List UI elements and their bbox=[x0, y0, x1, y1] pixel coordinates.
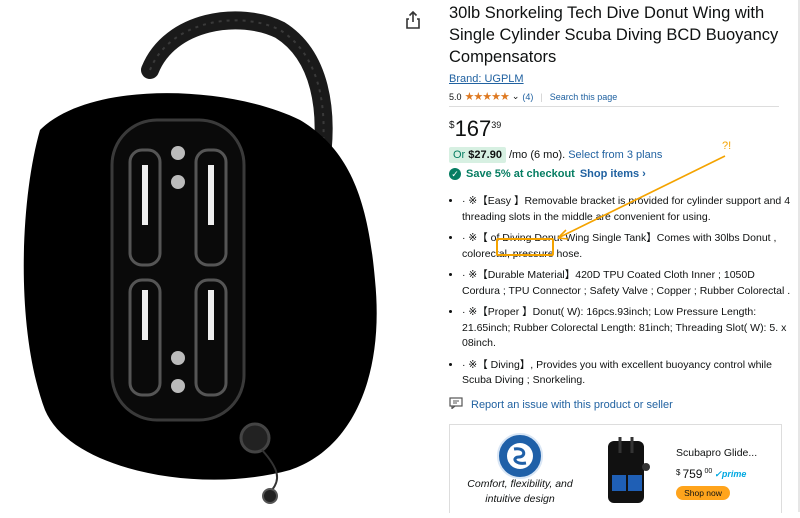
ad-product-name[interactable]: Scubapro Glide... bbox=[676, 447, 757, 459]
ad-product-image[interactable] bbox=[590, 433, 662, 513]
rating-row: 5.0 ★★★★★ ⌄ (4) | Search this page bbox=[449, 90, 617, 103]
search-this-page-link[interactable]: Search this page bbox=[550, 92, 618, 102]
report-issue-link[interactable]: Report an issue with this product or sel… bbox=[471, 399, 673, 411]
product-image[interactable] bbox=[0, 0, 400, 512]
bullet-item: · ※【Proper 】Donut( W): 16pcs.93inch; Low… bbox=[462, 305, 792, 352]
monthly-suffix: /mo (6 mo). bbox=[508, 149, 566, 161]
ad-tagline: Comfort, flexibility, and intuitive desi… bbox=[467, 478, 573, 505]
savings-row: ✓ Save 5% at checkout Shop items › bbox=[449, 168, 646, 180]
annotation-label: ?! bbox=[722, 140, 732, 152]
shop-items-link[interactable]: Shop items › bbox=[580, 168, 646, 180]
separator: | bbox=[540, 91, 543, 102]
sponsored-ad[interactable]: Comfort, flexibility, and intuitive desi… bbox=[449, 424, 782, 513]
brand-link[interactable]: Brand: UGPLM bbox=[449, 73, 524, 85]
annotation-highlight-box bbox=[496, 238, 554, 256]
prime-badge: ✓prime bbox=[714, 469, 747, 479]
star-rating-icon[interactable]: ★★★★★ bbox=[465, 90, 510, 103]
bullet-item: · ※【Durable Material】420D TPU Coated Clo… bbox=[462, 268, 792, 299]
price-fraction: 39 bbox=[491, 120, 502, 130]
price-whole: 167 bbox=[454, 116, 492, 141]
product-title: 30lb Snorkeling Tech Dive Donut Wing wit… bbox=[449, 4, 779, 66]
chevron-down-icon[interactable]: ⌄ bbox=[512, 91, 520, 102]
rating-value: 5.0 bbox=[449, 91, 462, 102]
save-text: Save 5% at checkout bbox=[466, 168, 575, 180]
shop-now-button[interactable]: Shop now bbox=[676, 486, 730, 500]
feature-bullets: · ※【Easy 】Removable bracket is provided … bbox=[449, 194, 792, 395]
review-count-link[interactable]: (4) bbox=[522, 92, 533, 102]
divider bbox=[449, 106, 779, 107]
share-icon[interactable] bbox=[404, 10, 422, 30]
report-icon bbox=[449, 397, 463, 412]
monthly-payment-row: Or $27.90 /mo (6 mo). Select from 3 plan… bbox=[449, 147, 662, 163]
bullet-item: · ※【 Diving】, Provides you with excellen… bbox=[462, 358, 792, 389]
monthly-payment-badge: Or $27.90 bbox=[449, 147, 506, 163]
bullet-item: · ※【Easy 】Removable bracket is provided … bbox=[462, 194, 792, 225]
scubapro-logo-icon bbox=[497, 433, 543, 479]
price: $ 167 39 bbox=[449, 116, 501, 142]
ad-price: $ 759 00 ✓prime bbox=[676, 467, 747, 481]
checkmark-icon: ✓ bbox=[449, 168, 461, 180]
report-issue-row[interactable]: Report an issue with this product or sel… bbox=[449, 397, 673, 412]
bcd-wing-image bbox=[23, 11, 377, 504]
select-plans-link[interactable]: Select from 3 plans bbox=[568, 149, 662, 161]
